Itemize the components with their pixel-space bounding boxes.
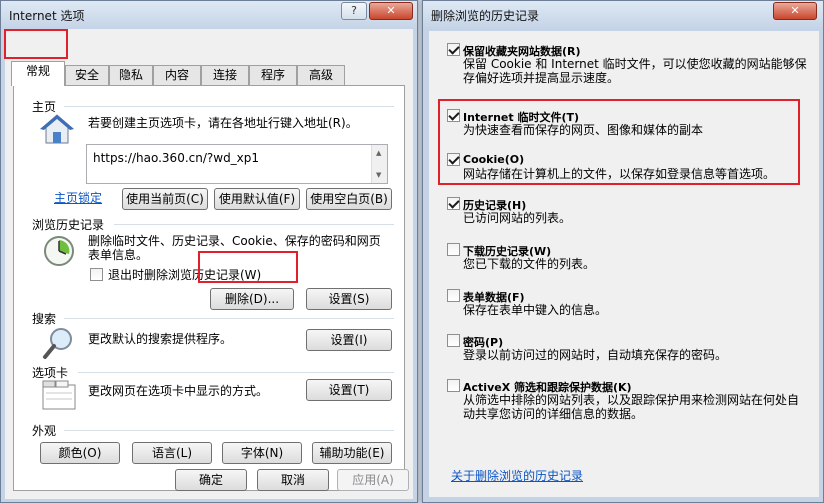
fonts-button[interactable]: 字体(N) [222,442,302,464]
house-icon [40,114,74,144]
tabs-group-label: 选项卡 [32,366,69,380]
url-scrollbar[interactable]: ▲ ▼ [371,145,387,183]
appearance-group-label: 外观 [32,424,57,438]
highlight-delete-button [198,251,298,283]
download-history-desc: 您已下载的文件的列表。 [463,257,596,271]
general-tab-panel: 主页 若要创建主页选项卡，请在各地址行键入地址(R)。 https://hao.… [13,85,405,491]
history-description-line1: 删除临时文件、历史记录、Cookie、保存的密码和网页 [88,234,381,248]
search-description: 更改默认的搜索提供程序。 [88,332,233,346]
divider [114,224,394,225]
use-default-button[interactable]: 使用默认值(F) [214,188,300,210]
tabs-window-icon [42,380,76,410]
use-blank-button[interactable]: 使用空白页(B) [306,188,392,210]
use-current-button[interactable]: 使用当前页(C) [122,188,208,210]
home-url-textarea[interactable]: https://hao.360.cn/?wd_xp1 ▲ ▼ [86,144,388,184]
tabs-description: 更改网页在选项卡中显示的方式。 [88,384,269,398]
history-clock-icon [44,236,74,266]
preserve-favorites-desc-line2: 存偏好选项并提高显示速度。 [463,71,620,85]
window-title: 删除浏览的历史记录 [431,9,540,23]
scroll-up-icon[interactable]: ▲ [376,149,381,157]
tab-connections[interactable]: 连接 [201,65,249,85]
search-settings-button[interactable]: 设置(I) [306,329,392,351]
highlight-general-tab [4,29,68,59]
history-checkbox[interactable] [447,197,460,210]
title-bar[interactable]: Internet 选项 ? ✕ [1,1,417,29]
tab-programs[interactable]: 程序 [249,65,297,85]
form-data-checkbox[interactable] [447,289,460,302]
languages-button[interactable]: 语言(L) [132,442,212,464]
download-history-checkbox[interactable] [447,243,460,256]
delete-history-button[interactable]: 删除(D)... [210,288,294,310]
tab-advanced[interactable]: 高级 [297,65,345,85]
delete-on-exit-checkbox[interactable] [90,268,103,281]
apply-button[interactable]: 应用(A) [337,469,409,491]
passwords-desc: 登录以前访问过的网站时，自动填充保存的密码。 [463,348,728,362]
divider [64,318,394,319]
divider [64,430,394,431]
home-description: 若要创建主页选项卡，请在各地址行键入地址(R)。 [88,116,358,130]
title-bar[interactable]: 删除浏览的历史记录 ✕ [423,1,823,29]
ok-button[interactable]: 确定 [175,469,247,491]
form-data-desc: 保存在表单中键入的信息。 [463,303,608,317]
colors-button[interactable]: 颜色(O) [40,442,120,464]
scroll-down-icon[interactable]: ▼ [376,171,381,179]
tab-general[interactable]: 常规 [11,61,65,86]
tab-content[interactable]: 内容 [153,65,201,85]
divider [64,106,394,107]
passwords-checkbox[interactable] [447,334,460,347]
highlight-temp-files-cookies [438,99,800,185]
accessibility-button[interactable]: 辅助功能(E) [312,442,392,464]
magnifier-icon [43,328,72,359]
history-settings-button[interactable]: 设置(S) [306,288,392,310]
history-description-line2: 表单信息。 [88,248,149,262]
home-url-value: https://hao.360.cn/?wd_xp1 [93,151,260,165]
close-button[interactable]: ✕ [369,2,413,20]
about-delete-history-link[interactable]: 关于删除浏览的历史记录 [451,469,583,483]
activex-desc-line1: 从筛选中排除的网站列表，以及跟踪保护用来检测网站在何处自 [463,393,800,407]
preserve-favorites-checkbox[interactable] [447,43,460,56]
help-button[interactable]: ? [341,2,367,20]
close-button[interactable]: ✕ [773,2,817,20]
activex-desc-line2: 动共享您访问的详细信息的数据。 [463,407,644,421]
search-group-label: 搜索 [32,312,57,326]
history-group-label: 浏览历史记录 [32,218,105,232]
tabs-settings-button[interactable]: 设置(T) [306,379,392,401]
delete-browsing-history-dialog: 删除浏览的历史记录 ✕ 保留收藏夹网站数据(R) 保留 Cookie 和 Int… [422,0,824,503]
divider [78,372,394,373]
cancel-button[interactable]: 取消 [257,469,329,491]
preserve-favorites-desc-line1: 保留 Cookie 和 Internet 临时文件，可以使您收藏的网站能够保 [463,57,807,71]
activex-checkbox[interactable] [447,379,460,392]
home-lock-link[interactable]: 主页锁定 [54,191,102,205]
window-title: Internet 选项 [9,9,85,23]
history-desc: 已访问网站的列表。 [463,211,572,225]
tab-privacy[interactable]: 隐私 [109,65,153,85]
tab-security[interactable]: 安全 [65,65,109,85]
